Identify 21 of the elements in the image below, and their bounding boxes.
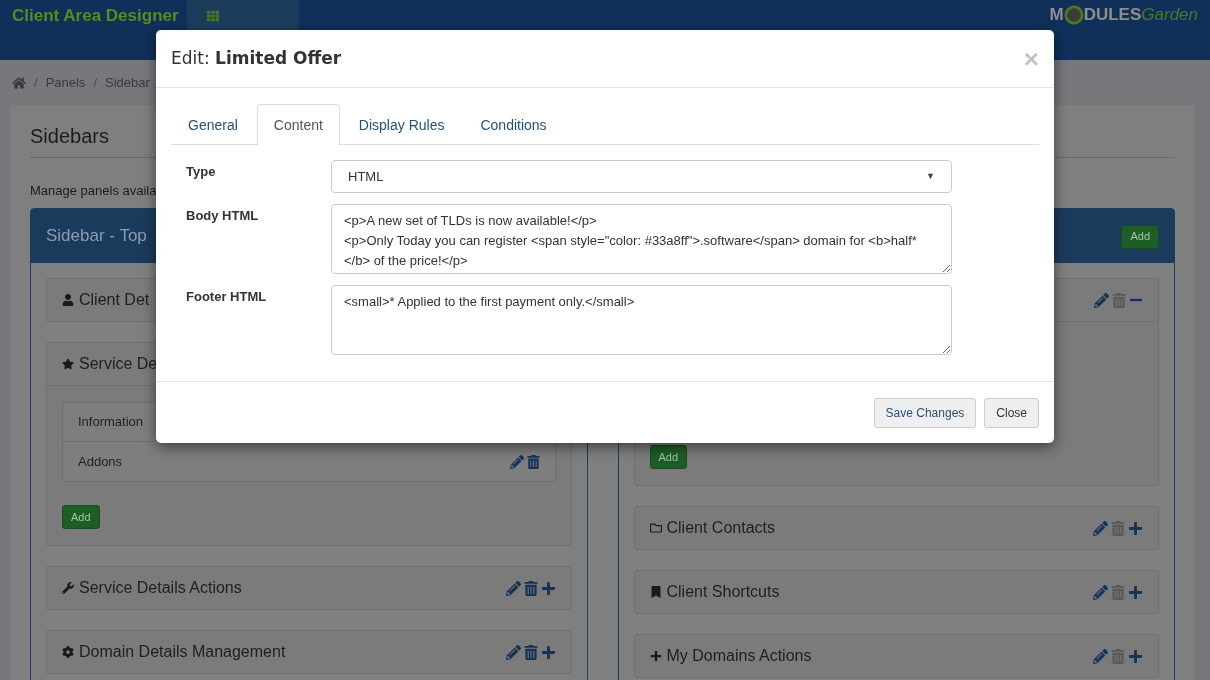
page-description: Manage panels availa bbox=[30, 183, 157, 198]
logo-text: DULES bbox=[1083, 4, 1142, 26]
field-label: Body HTML bbox=[186, 207, 260, 225]
logo-text: Garden bbox=[1141, 4, 1198, 26]
logo-text: M bbox=[1049, 4, 1064, 26]
modal-title: Edit: Limited Offer bbox=[171, 46, 342, 70]
breadcrumb-separator: / bbox=[34, 73, 38, 92]
panel-title: Client Det bbox=[79, 290, 150, 310]
brand-title: Client Area Designer bbox=[12, 6, 179, 26]
caret-icon: ▼ bbox=[926, 169, 935, 184]
panel-title: Service Details Actions bbox=[79, 578, 242, 599]
breadcrumb-separator: / bbox=[93, 73, 97, 92]
panel-title: Domain Details Management bbox=[79, 642, 286, 663]
field-label: Footer HTML bbox=[186, 288, 268, 306]
panel-heading: Sidebar - Top bbox=[46, 225, 147, 248]
panel-title: Service De bbox=[79, 354, 158, 374]
panel-title: Client Contacts bbox=[666, 518, 775, 539]
panel-title: Client Shortcuts bbox=[666, 582, 780, 603]
field-label: Type bbox=[186, 163, 217, 181]
panel-title: My Domains Actions bbox=[666, 646, 812, 667]
page-title: Sidebars bbox=[30, 125, 109, 147]
